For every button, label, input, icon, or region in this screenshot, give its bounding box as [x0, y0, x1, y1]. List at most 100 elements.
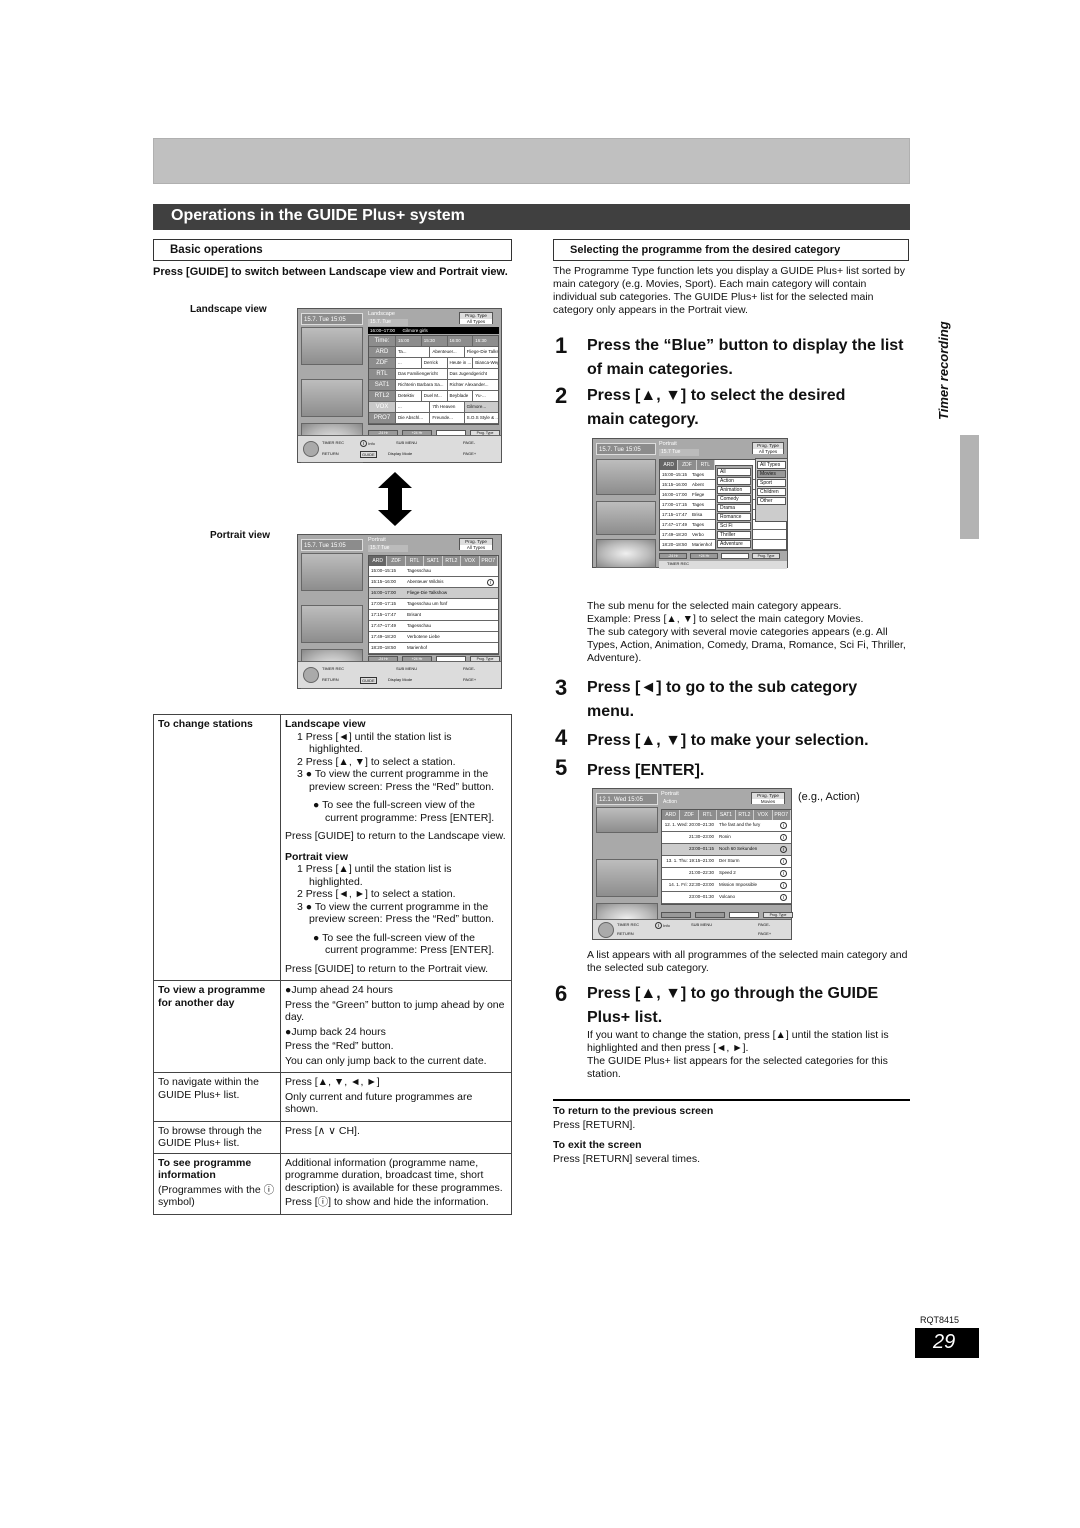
- programme-row[interactable]: 12. 1. Wed: 20:00–21:30 The fast and the …: [662, 820, 791, 832]
- screen-footer: TIMER REC RETURN SUB MENU GUIDE Display …: [298, 661, 501, 688]
- instruction-line: 2 Press [▲, ▼] to select a station.: [297, 755, 456, 768]
- main-category-item[interactable]: Sport: [757, 479, 786, 487]
- station-tab[interactable]: ARD: [369, 556, 388, 566]
- row-label: To view a programme for another day: [153, 980, 281, 1073]
- prog-type-box[interactable]: Prog. Type All Types: [752, 442, 784, 454]
- prog-type-box[interactable]: Prog. Type All Types: [459, 312, 493, 324]
- green-button[interactable]: [695, 912, 725, 918]
- table-row: To view a programme for another day ●Jump…: [153, 980, 512, 1073]
- programme-row[interactable]: 17:15–17:47 Brisant: [369, 610, 498, 621]
- color-buttons: Prog. Type: [661, 912, 793, 918]
- sub-category-item[interactable]: Action: [717, 477, 751, 485]
- programme-title: Volcano: [719, 894, 736, 899]
- prog-type-button[interactable]: Prog. Type: [763, 912, 793, 918]
- station-tab[interactable]: RTL: [696, 460, 715, 470]
- station-tab[interactable]: RTL2: [735, 810, 755, 820]
- station-tab[interactable]: ZDF: [387, 556, 406, 566]
- return-label: RETURN: [322, 677, 339, 682]
- programme-row[interactable]: 15:15–16:00 Abenteuer Wildnis i: [369, 577, 498, 588]
- station-tab[interactable]: PRO7: [772, 810, 791, 820]
- sub-category-item[interactable]: All: [717, 468, 751, 476]
- instruction-line: 3 ● To view the current programme in the…: [297, 768, 495, 793]
- main-category-item[interactable]: Movies: [757, 470, 786, 478]
- blank-button[interactable]: [729, 912, 759, 918]
- programme-row[interactable]: 17:49–18:20 Verbotene Liebe: [369, 632, 498, 643]
- guide-button[interactable]: GUIDE: [360, 677, 377, 684]
- station-tab[interactable]: VOX: [754, 810, 773, 820]
- station-tab[interactable]: ZDF: [680, 810, 699, 820]
- screen-title: Portrait: [368, 537, 386, 543]
- station-row[interactable]: PRO7 Die Abschl... Freunde... S.O.S Style &…: [369, 413, 498, 424]
- section-title: Operations in the GUIDE Plus+ system: [153, 204, 910, 230]
- info-icon: i: [780, 834, 787, 841]
- sub-category-item[interactable]: Romance: [717, 513, 751, 521]
- prog-type-button[interactable]: Prog. Type: [752, 553, 780, 559]
- station-row[interactable]: VOX... 7th Heaven Gilmore...: [369, 402, 498, 413]
- programme-title: Tagesschau um fünf: [407, 601, 448, 606]
- return-text: Press [RETURN].: [553, 1119, 636, 1131]
- blank-button[interactable]: [721, 553, 749, 559]
- sub-category-item[interactable]: Thriller: [717, 531, 751, 539]
- programme-row[interactable]: 18:20–18:50 Marienhof: [369, 643, 498, 654]
- station-row[interactable]: ARDTa...Abenteuer...Fliege-Die Talkshow: [369, 347, 498, 358]
- station-row[interactable]: RTL Das Familiengericht Das Jugendgericht: [369, 369, 498, 380]
- station-name: ZDF: [369, 358, 395, 368]
- station-row[interactable]: ZDF...DerrickHeute in ...Bianca-Wege...: [369, 358, 498, 369]
- station-tab[interactable]: SAT1: [424, 556, 443, 566]
- programme-row[interactable]: 21:00–22:30 Speed 2 i: [662, 868, 791, 880]
- programme-row[interactable]: 15:00–15:15 Tagesschau: [369, 566, 498, 577]
- programme-row[interactable]: 21:30–23:00 Ronin i: [662, 832, 791, 844]
- programme-row[interactable]: 14. 1. Fri: 22:30–23:00 Mission Impossibl…: [662, 880, 791, 892]
- main-category-item[interactable]: All Types: [757, 461, 786, 469]
- programme-cell: Freunde...: [429, 413, 463, 423]
- sub-category-item[interactable]: Animation: [717, 486, 751, 494]
- red-button[interactable]: [661, 912, 691, 918]
- step-text: Press [▲, ▼] to go through the GUIDE Plu…: [587, 985, 879, 1026]
- sub-category-item[interactable]: Adventure: [717, 540, 751, 548]
- programme-row[interactable]: 23:00–01:30 Volcano i: [662, 892, 791, 904]
- station-row[interactable]: SAT1 Richterin Barbara Sa... Richter Alexa…: [369, 380, 498, 391]
- step-4: 4 Press [▲, ▼] to make your selection.: [555, 726, 915, 753]
- row-label-extra: (Programmes with the ⓘ symbol): [158, 1183, 275, 1209]
- station-tab[interactable]: ZDF: [678, 460, 697, 470]
- station-tab[interactable]: RTL2: [442, 556, 462, 566]
- step-5: 5 Press [ENTER].: [555, 756, 910, 783]
- screen-title: Landscape: [368, 311, 395, 317]
- station-tab[interactable]: RTL: [698, 810, 718, 820]
- screen-subtitle: 15.7 Tue: [659, 449, 699, 456]
- programme-cell: Das Jugendgericht: [446, 369, 499, 379]
- programme-row[interactable]: 23:00–01:15 Noch 60 Sekunden i: [662, 844, 791, 856]
- station-tab[interactable]: PRO7: [479, 556, 498, 566]
- station-tab[interactable]: SAT1: [717, 810, 736, 820]
- display-mode-label: Display Mode: [388, 451, 413, 456]
- return-note: Press [GUIDE] to return to the Portrait …: [285, 962, 489, 975]
- row-content: Additional information (programme name, …: [280, 1152, 512, 1215]
- station-tab[interactable]: ARD: [660, 460, 679, 470]
- sub-category-item[interactable]: Drama: [717, 504, 751, 512]
- sub-category-item[interactable]: Sci Fi: [717, 522, 751, 530]
- programme-row[interactable]: 17:47–17:49 Tagesschau: [369, 621, 498, 632]
- preview-panel: [301, 605, 363, 643]
- info-icon: i: [780, 858, 787, 865]
- plus-24hr-button[interactable]: +24 Hr: [690, 553, 718, 559]
- station-tab[interactable]: ARD: [662, 810, 681, 820]
- minus-24hr-button[interactable]: -24 Hr: [659, 553, 687, 559]
- content-line: Press [∧ ∨ CH].: [285, 1124, 360, 1137]
- programme-row[interactable]: 13. 1. Thu: 19:15–21:00 Der Sturm i: [662, 856, 791, 868]
- main-category-item[interactable]: Other: [757, 497, 786, 505]
- station-row[interactable]: RTL2 Detektiv Duel M... Beyblade Yu-...: [369, 391, 498, 402]
- station-tab[interactable]: VOX: [461, 556, 480, 566]
- programme-row[interactable]: 16:00–17:00 Fliege-Die Talkshow: [369, 588, 498, 599]
- programme-cell: Fliege-Die Talkshow: [463, 347, 498, 357]
- programme-row[interactable]: 17:00–17:15 Tagesschau um fünf: [369, 599, 498, 610]
- content-line: Additional information (programme name, …: [285, 1156, 503, 1194]
- main-category-item[interactable]: Children: [757, 488, 786, 496]
- station-tab[interactable]: RTL: [405, 556, 425, 566]
- portrait-grid: ARD ZDF RTL SAT1 RTL2 VOX PRO7 15:00–15:15 Tage…: [368, 555, 499, 655]
- prog-type-box[interactable]: Prog. Type Movies: [751, 792, 785, 804]
- prog-type-box[interactable]: Prog. Type All Types: [459, 538, 493, 550]
- sub-menu-label: SUB MENU: [396, 440, 418, 445]
- station-name: RTL: [369, 369, 395, 379]
- sub-category-item[interactable]: Comedy: [717, 495, 751, 503]
- guide-button[interactable]: GUIDE: [360, 451, 377, 458]
